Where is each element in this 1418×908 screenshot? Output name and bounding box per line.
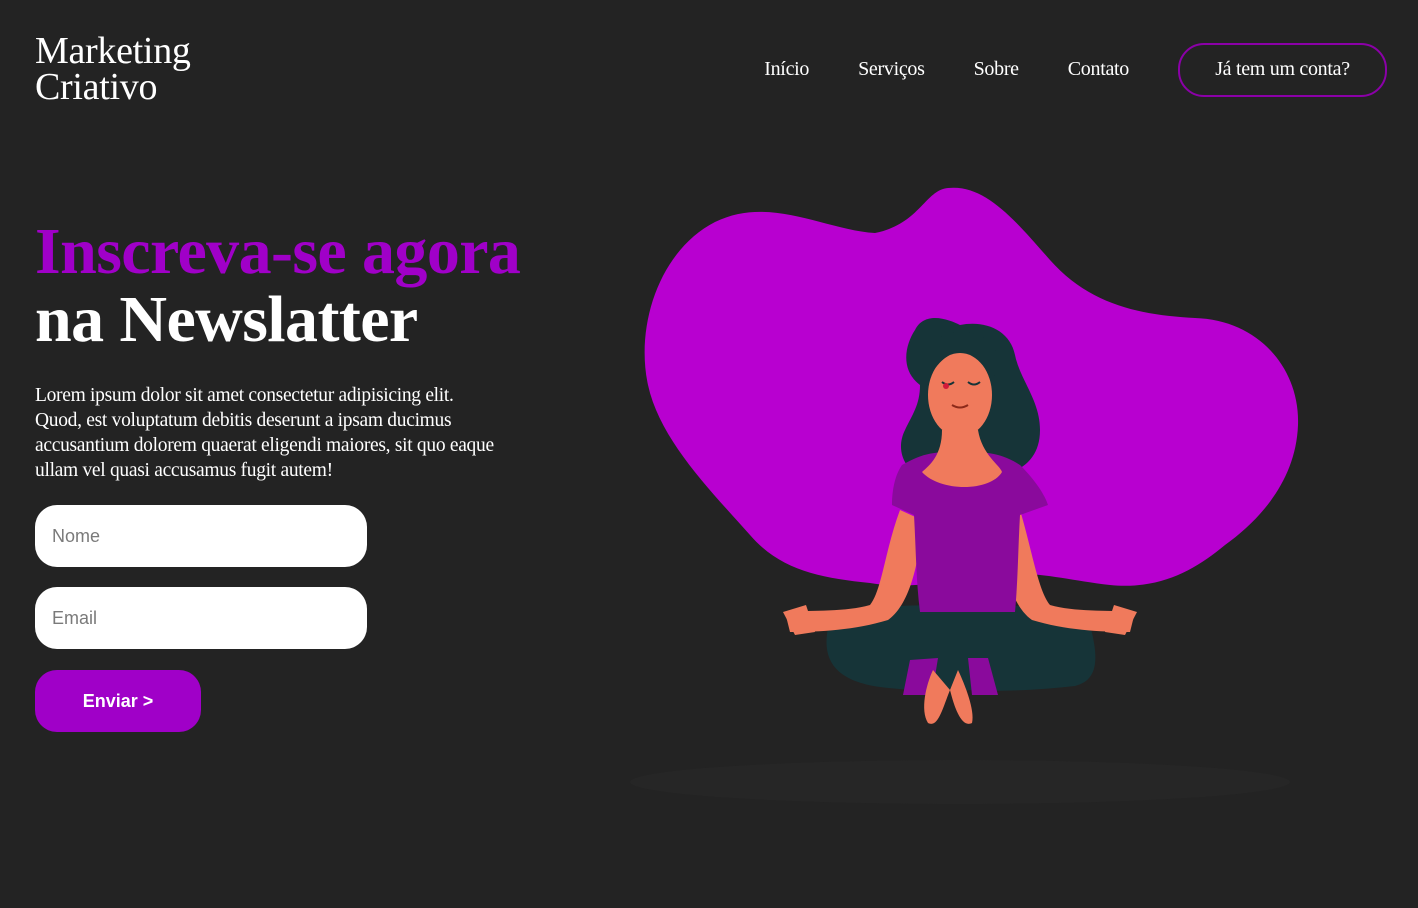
brand-line-2: Criativo <box>35 66 158 108</box>
face <box>928 353 992 437</box>
floor-shadow <box>630 760 1290 804</box>
nose-dot <box>943 383 949 389</box>
main-nav: Início Serviços Sobre Contato Já tem um … <box>764 42 1387 97</box>
hero-description: Lorem ipsum dolor sit amet consectetur a… <box>35 385 494 481</box>
hero-title-rest: na Newslatter <box>35 283 418 356</box>
login-button[interactable]: Já tem um conta? <box>1178 42 1387 97</box>
hand-left <box>783 605 815 635</box>
nav-link-sobre[interactable]: Sobre <box>974 58 1019 81</box>
submit-button[interactable]: Enviar > <box>35 670 201 732</box>
hero-title: Inscreva-se agora na Newslatter <box>35 215 521 356</box>
hero-title-accent: Inscreva-se agora <box>35 215 521 288</box>
brand-logo[interactable]: Marketing Criativo <box>35 30 191 108</box>
name-input[interactable] <box>35 505 367 567</box>
nav-link-servicos[interactable]: Serviços <box>858 58 925 81</box>
email-input[interactable] <box>35 587 367 649</box>
brand-line-1: Marketing <box>35 30 191 72</box>
meditating-woman-illustration <box>630 187 1299 804</box>
nav-link-contato[interactable]: Contato <box>1068 58 1130 81</box>
nav-link-inicio[interactable]: Início <box>764 58 809 81</box>
hand-right <box>1105 605 1137 635</box>
